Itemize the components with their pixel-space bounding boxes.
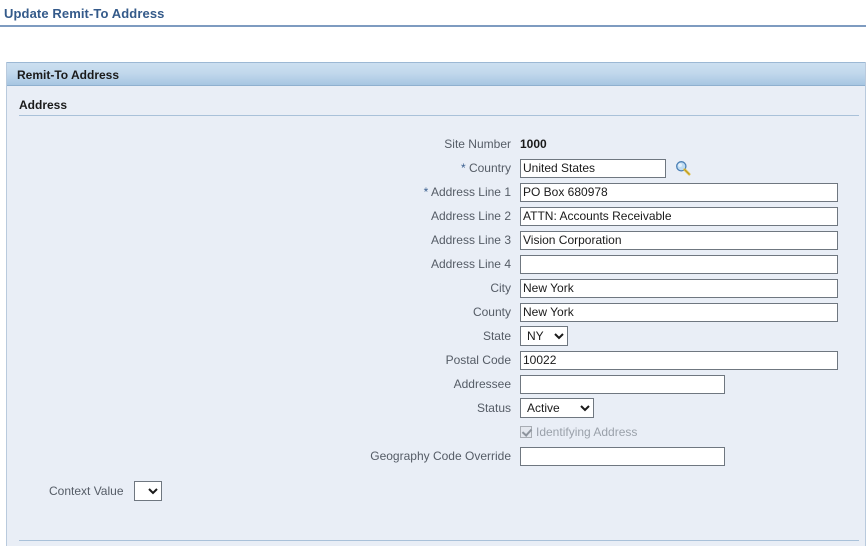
address-line-3-label: Address Line 3 [7, 233, 520, 247]
postal-code-value-wrap [520, 351, 865, 370]
site-number-value-wrap: 1000 [520, 137, 865, 151]
county-label: County [7, 305, 520, 319]
postal-code-input[interactable] [520, 351, 838, 370]
country-input[interactable] [520, 159, 666, 178]
geography-code-override-value-wrap [520, 447, 865, 466]
county-input[interactable] [520, 303, 838, 322]
status-select[interactable]: Active [520, 398, 594, 418]
country-required-marker: * [461, 161, 466, 175]
address-section-title-row: Address [7, 98, 865, 115]
addressee-label: Addressee [7, 377, 520, 391]
address-line-1-value-wrap [520, 183, 865, 202]
form-row-postal-code: Postal Code [7, 348, 865, 372]
panel-header-title: Remit-To Address [17, 68, 119, 82]
panel-bottom-spacer [7, 504, 865, 540]
title-spacer [0, 27, 866, 62]
identifying-address-checkbox [520, 426, 532, 438]
page-title: Update Remit-To Address [4, 6, 164, 21]
address-line-1-required-marker: * [424, 185, 429, 199]
status-label: Status [7, 401, 520, 415]
search-icon[interactable] [674, 159, 692, 177]
context-value-select[interactable] [134, 481, 162, 501]
panel-body: Address Site Number 1000 * Country [7, 86, 865, 546]
address-line-1-label: * Address Line 1 [7, 185, 520, 199]
status-value-wrap: Active [520, 398, 865, 418]
state-label: State [7, 329, 520, 343]
site-number-value: 1000 [520, 137, 547, 151]
form-row-address-line-2: Address Line 2 [7, 204, 865, 228]
city-value-wrap [520, 279, 865, 298]
form-row-address-line-3: Address Line 3 [7, 228, 865, 252]
address-line-4-label: Address Line 4 [7, 257, 520, 271]
address-line-4-input[interactable] [520, 255, 838, 274]
address-line-2-value-wrap [520, 207, 865, 226]
country-label: * Country [7, 161, 520, 175]
form-row-county: County [7, 300, 865, 324]
form-row-identifying-address: Identifying Address [7, 420, 865, 444]
addressee-value-wrap [520, 375, 865, 394]
site-number-label: Site Number [7, 137, 520, 151]
panel-header: Remit-To Address [7, 62, 865, 86]
identifying-address-label: Identifying Address [536, 425, 637, 439]
form-row-country: * Country [7, 156, 865, 180]
country-label-text: Country [469, 161, 511, 175]
city-input[interactable] [520, 279, 838, 298]
form-row-context-value: Context Value [7, 478, 865, 504]
state-select[interactable]: NY [520, 326, 568, 346]
form-row-status: Status Active [7, 396, 865, 420]
form-row-geography-code-override: Geography Code Override [7, 444, 865, 468]
address-section: Address [7, 86, 865, 116]
address-section-title: Address [19, 98, 67, 112]
geography-code-override-label: Geography Code Override [7, 449, 520, 463]
county-value-wrap [520, 303, 865, 322]
page-title-bar: Update Remit-To Address [0, 0, 866, 27]
postal-code-label: Postal Code [7, 353, 520, 367]
identifying-address-checkbox-row: Identifying Address [520, 421, 637, 443]
address-line-4-value-wrap [520, 255, 865, 274]
address-line-3-value-wrap [520, 231, 865, 250]
address-line-3-input[interactable] [520, 231, 838, 250]
addressee-input[interactable] [520, 375, 725, 394]
state-value-wrap: NY [520, 326, 865, 346]
city-label: City [7, 281, 520, 295]
form-row-city: City [7, 276, 865, 300]
address-line-1-label-text: Address Line 1 [431, 185, 511, 199]
form-row-address-line-4: Address Line 4 [7, 252, 865, 276]
form-row-state: State NY [7, 324, 865, 348]
geography-code-override-input[interactable] [520, 447, 725, 466]
form-row-address-line-1: * Address Line 1 [7, 180, 865, 204]
address-line-2-label: Address Line 2 [7, 209, 520, 223]
remit-to-address-panel: Remit-To Address Address Site Number 100… [6, 62, 866, 546]
form-row-site-number: Site Number 1000 [7, 132, 865, 156]
address-form: Site Number 1000 * Country [7, 116, 865, 504]
form-row-addressee: Addressee [7, 372, 865, 396]
identifying-address-value-wrap: Identifying Address [520, 421, 865, 443]
panel-footer-spacer [7, 541, 865, 546]
context-value-label: Context Value [49, 484, 124, 498]
country-value-wrap [520, 159, 865, 178]
address-line-1-input[interactable] [520, 183, 838, 202]
address-line-2-input[interactable] [520, 207, 838, 226]
